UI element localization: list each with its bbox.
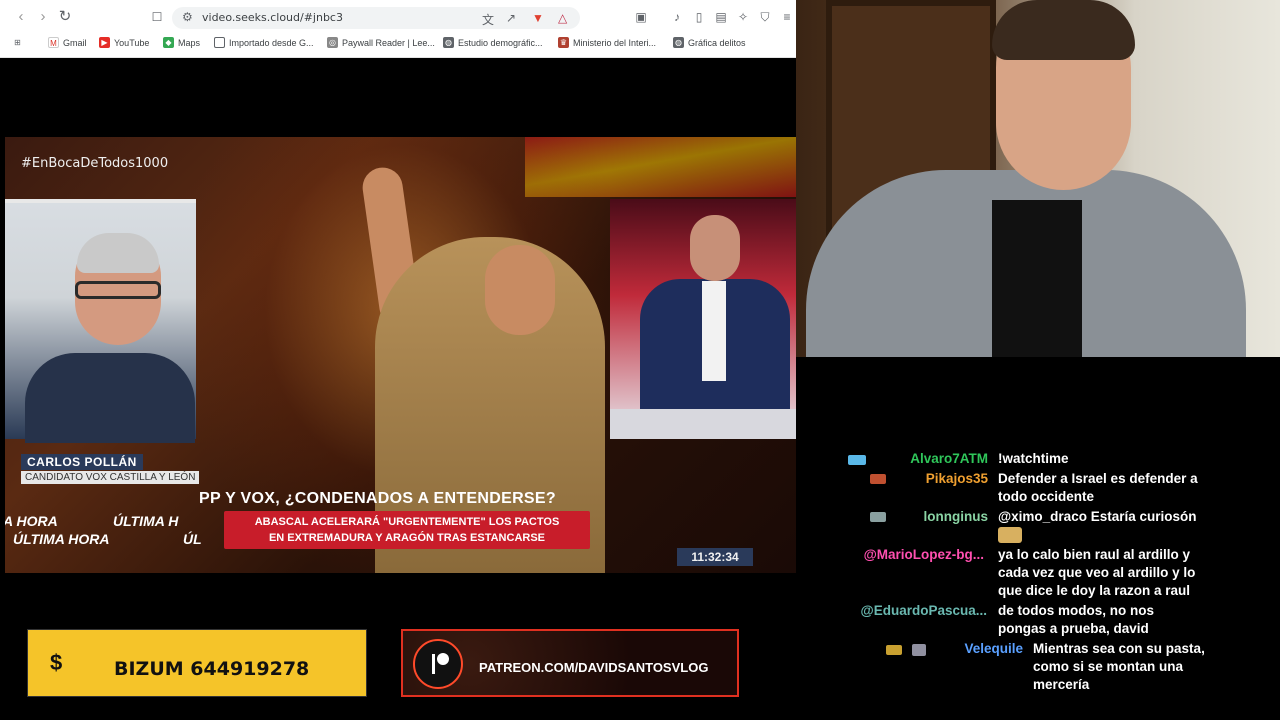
streamer-hair <box>992 0 1135 60</box>
guest-body <box>25 353 195 443</box>
bookmark-gmail[interactable]: M Gmail <box>48 37 87 48</box>
sidebar-icon[interactable]: ▯ <box>692 10 706 24</box>
chat-badge-icon <box>870 512 886 522</box>
browser-toolbar: ‹ › ↻ ☐ ⚙ video.seeks.cloud/#jnbc3 文 ↗ ▼… <box>0 0 796 58</box>
back-icon[interactable]: ‹ <box>12 8 30 26</box>
hashtag-label: #EnBocaDeTodos1000 <box>21 156 169 171</box>
bookmark-grafica-delitos[interactable]: ◍ Gráfica delitos <box>673 37 746 48</box>
chat-message: cada vez que veo al ardillo y lo <box>998 565 1196 580</box>
chat-panel: Alvaro7ATM !watchtime Pikajos35 Defender… <box>796 357 1280 720</box>
chat-username[interactable]: Velequile <box>964 640 1023 658</box>
bookmark-star-icon[interactable]: ☐ <box>148 8 166 26</box>
host-head <box>690 215 740 281</box>
bookmarks-bar: ⊞ M Gmail ▶ YouTube ◆ Maps Importado desde … <box>0 34 796 54</box>
leader-head <box>485 245 555 335</box>
guest-video-inset <box>5 199 196 443</box>
bookmark-estudio[interactable]: ◍ Estudio demográfic... <box>443 37 543 48</box>
screen: ‹ › ↻ ☐ ⚙ video.seeks.cloud/#jnbc3 文 ↗ ▼… <box>0 0 1280 720</box>
chat-message: pongas a prueba, david <box>998 621 1149 636</box>
bookmark-paywall-reader[interactable]: ◎ Paywall Reader | Lee... <box>327 37 435 48</box>
bookmark-ministerio[interactable]: ♛ Ministerio del Interi... <box>558 37 656 48</box>
ticker-text: ÚL <box>183 531 202 547</box>
wallet-icon[interactable]: ▤ <box>714 10 728 24</box>
video-player[interactable]: #EnBocaDeTodos1000 CARLOS POLLÁN CANDIDA… <box>5 137 796 573</box>
broadcast-clock: 11:32:34 <box>677 548 753 566</box>
chat-badge-icon <box>886 645 902 655</box>
extensions-icon[interactable]: ✧ <box>736 10 750 24</box>
chat-message: !watchtime <box>998 451 1069 466</box>
ticker-text: ÚLTIMA H <box>113 513 179 529</box>
translate-icon[interactable]: 文 <box>482 11 494 28</box>
bookmark-maps[interactable]: ◆ Maps <box>163 37 200 48</box>
chat-username[interactable]: @MarioLopez-bg... <box>864 546 984 564</box>
chat-message: que dice le doy la razon a raul <box>998 583 1191 598</box>
url-text[interactable]: video.seeks.cloud/#jnbc3 <box>202 11 343 24</box>
subheadline-box: ABASCAL ACELERARÁ "URGENTEMENTE" LOS PAC… <box>224 511 590 549</box>
emote-icon <box>998 527 1022 543</box>
music-icon[interactable]: ♪ <box>670 10 684 24</box>
host-video-inset <box>610 199 796 439</box>
chat-badge-icon <box>848 455 866 465</box>
brave-shield-icon[interactable]: ▼ <box>532 11 544 25</box>
bookmark-imported[interactable]: Importado desde G... <box>214 37 314 48</box>
chat-username[interactable]: lonnginus <box>924 508 989 526</box>
bizum-text: BIZUM 644919278 <box>114 658 310 680</box>
chat-username[interactable]: Alvaro7ATM <box>910 450 988 468</box>
reload-icon[interactable]: ↻ <box>56 8 74 26</box>
subheadline-line-2: EN EXTREMADURA Y ARAGÓN TRAS ESTANCARSE <box>268 532 546 544</box>
chat-message: como si se montan una <box>1033 659 1184 674</box>
globe-icon: ◍ <box>673 37 684 48</box>
chat-message: ya lo calo bien raul al ardillo y <box>998 547 1191 562</box>
bookmark-youtube[interactable]: ▶ YouTube <box>99 37 149 48</box>
ticker-text: ÚLTIMA HORA <box>13 531 110 547</box>
gmail-icon: M <box>48 37 59 48</box>
folder-icon <box>214 37 225 48</box>
forward-icon[interactable]: › <box>34 8 52 26</box>
patreon-logo-icon <box>413 639 463 689</box>
chat-message: mercería <box>1033 677 1090 692</box>
chat-username[interactable]: Pikajos35 <box>926 470 988 488</box>
reader-icon: ◎ <box>327 37 338 48</box>
guest-name: CARLOS POLLÁN <box>21 454 143 470</box>
subheadline-line-1: ABASCAL ACELERARÁ "URGENTEMENTE" LOS PAC… <box>254 516 560 528</box>
address-row: ‹ › ↻ ☐ ⚙ video.seeks.cloud/#jnbc3 文 ↗ ▼… <box>0 0 796 34</box>
guest-hair <box>77 233 159 273</box>
headline: PP Y VOX, ¿CONDENADOS A ENTENDERSE? <box>199 490 556 507</box>
apps-grid-icon[interactable]: ⊞ <box>12 37 23 48</box>
ministry-icon: ♛ <box>558 37 569 48</box>
chat-message: todo occidente <box>998 489 1095 504</box>
chat-message: de todos modos, no nos <box>998 603 1154 618</box>
guest-title: CANDIDATO VOX CASTILLA Y LEÓN <box>21 471 200 484</box>
guest-glasses <box>75 281 161 299</box>
ticker-text: A HORA <box>5 513 58 529</box>
chat-username[interactable]: @EduardoPascua... <box>861 602 987 620</box>
globe-icon: ◍ <box>443 37 454 48</box>
host-shirt <box>702 281 726 381</box>
share-icon[interactable]: ↗ <box>506 11 516 25</box>
site-info-icon[interactable]: ⚙ <box>182 10 193 24</box>
chat-badge-icon <box>870 474 886 484</box>
patreon-banner: PATREON.COM/DAVIDSANTOSVLOG <box>401 629 739 697</box>
patreon-text: PATREON.COM/DAVIDSANTOSVLOG <box>479 660 709 675</box>
rewards-icon[interactable]: △ <box>558 11 567 25</box>
maps-icon: ◆ <box>163 37 174 48</box>
webcam-feed <box>796 0 1280 357</box>
chat-message: Mientras sea con su pasta, <box>1033 641 1205 656</box>
vpn-shield-icon[interactable]: ⛉ <box>758 10 772 24</box>
chat-message: Defender a Israel es defender a <box>998 471 1198 486</box>
breaking-ticker: A HORA ÚLTIMA H ÚLTIMA HORA ÚL <box>5 511 215 549</box>
chat-message: @ximo_draco Estaría curiosón <box>998 509 1197 524</box>
chat-badge-icon <box>912 644 926 656</box>
streamer-shirt <box>992 200 1082 357</box>
youtube-icon: ▶ <box>99 37 110 48</box>
address-bar[interactable]: ⚙ video.seeks.cloud/#jnbc3 文 ↗ ▼ △ <box>172 7 580 29</box>
host-desk <box>610 409 796 439</box>
dollar-icon: $ <box>50 650 63 675</box>
menu-icon[interactable]: ≡ <box>780 10 794 24</box>
screenshot-icon[interactable]: ▣ <box>634 10 648 24</box>
bizum-banner: $ BIZUM 644919278 <box>27 629 367 697</box>
